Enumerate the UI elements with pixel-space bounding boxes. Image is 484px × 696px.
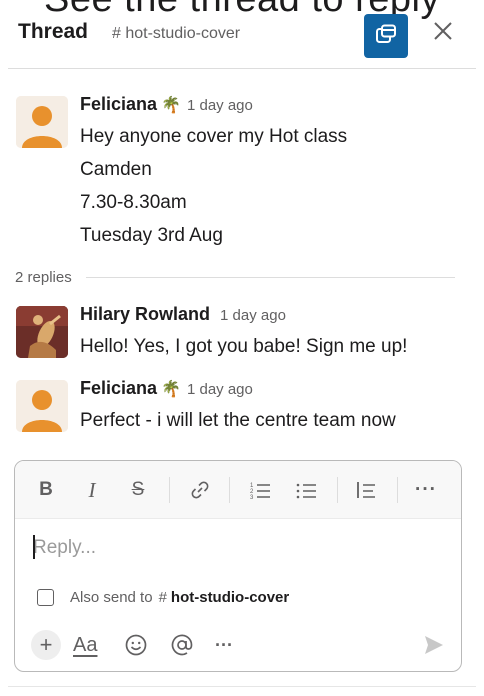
reply-message: Hilary Rowland 1 day ago Hello! Yes, I g… [16, 304, 466, 364]
message-text-line: Tuesday 3rd Aug [80, 225, 223, 246]
send-button[interactable] [419, 629, 449, 661]
svg-text:3: 3 [250, 495, 254, 500]
thread-header: Thread # hot-studio-cover [0, 0, 484, 70]
status-emoji: 🌴 [161, 381, 181, 398]
emoji-button[interactable] [121, 629, 151, 661]
message-text-line: 7.30-8.30am [80, 192, 187, 213]
send-icon [425, 636, 443, 654]
avatar[interactable] [16, 380, 68, 432]
reply-composer: B I S 1 2 3 ··· Reply... Also send to # … [14, 460, 462, 672]
blockquote-icon [357, 482, 375, 498]
ordered-list-icon: 1 2 3 [250, 483, 270, 500]
close-button[interactable] [428, 18, 458, 48]
popout-window-icon [375, 24, 397, 49]
user-photo-avatar [16, 306, 68, 358]
channel-hash: # [158, 588, 167, 606]
bulleted-list-icon [296, 483, 316, 499]
format-aa-icon: Aa [73, 633, 98, 656]
also-send-checkbox[interactable] [37, 588, 54, 606]
format-text-button[interactable]: Aa [73, 629, 97, 661]
also-send-label: Also send to [70, 588, 153, 606]
thread-title: Thread [18, 20, 89, 43]
panel-bottom-edge [8, 686, 476, 687]
reply-message: Feliciana 🌴 1 day ago Perfect - i will l… [16, 378, 466, 438]
replies-count: 2 replies [15, 268, 72, 286]
bulleted-list-button[interactable] [291, 475, 321, 505]
message-text: Perfect - i will let the centre team now [80, 410, 396, 431]
replies-divider: 2 replies [15, 266, 455, 288]
header-divider [8, 68, 476, 69]
avatar[interactable] [16, 96, 68, 148]
message-timestamp[interactable]: 1 day ago [187, 381, 253, 398]
toolbar-divider [397, 477, 398, 503]
link-button[interactable] [185, 475, 215, 505]
strikethrough-button[interactable]: S [123, 475, 153, 505]
ordered-list-button[interactable]: 1 2 3 [245, 475, 275, 505]
more-actions-button[interactable]: ··· [215, 629, 233, 661]
composer-action-bar: + Aa ··· [15, 621, 461, 671]
more-formatting-button[interactable]: ··· [411, 475, 441, 505]
toolbar-divider [169, 477, 170, 503]
message-timestamp[interactable]: 1 day ago [220, 307, 286, 324]
at-sign-icon [171, 634, 193, 656]
message-text-line: Hey anyone cover my Hot class [80, 126, 348, 147]
message-author[interactable]: Feliciana [80, 94, 157, 115]
blockquote-button[interactable] [351, 475, 381, 505]
attach-button[interactable]: + [31, 629, 61, 661]
avatar[interactable] [16, 306, 68, 358]
status-emoji: 🌴 [161, 97, 181, 114]
text-cursor [33, 535, 35, 559]
thread-channel-name[interactable]: # hot-studio-cover [112, 25, 240, 43]
parent-message: Feliciana 🌴 1 day ago Hey anyone cover m… [16, 94, 466, 254]
message-timestamp[interactable]: 1 day ago [187, 97, 253, 114]
also-send-option: Also send to # hot-studio-cover [37, 585, 289, 609]
message-text-line: Camden [80, 159, 152, 180]
default-avatar-icon [16, 96, 68, 148]
message-text: Hello! Yes, I got you babe! Sign me up! [80, 336, 408, 357]
reply-input[interactable] [33, 533, 443, 563]
mention-button[interactable] [167, 629, 197, 661]
default-avatar-icon [16, 380, 68, 432]
also-send-channel: hot-studio-cover [170, 588, 290, 606]
message-author[interactable]: Hilary Rowland [80, 304, 210, 325]
link-icon [191, 481, 209, 499]
bold-button[interactable]: B [31, 475, 61, 505]
plus-icon: + [31, 630, 61, 660]
smiley-icon [125, 634, 147, 656]
message-author[interactable]: Feliciana [80, 378, 157, 399]
italic-button[interactable]: I [77, 475, 107, 505]
toolbar-divider [337, 477, 338, 503]
popout-button[interactable] [364, 14, 408, 58]
toolbar-divider [229, 477, 230, 503]
divider-line [85, 276, 455, 278]
formatting-toolbar: B I S 1 2 3 ··· [15, 461, 461, 519]
close-icon [432, 20, 454, 47]
